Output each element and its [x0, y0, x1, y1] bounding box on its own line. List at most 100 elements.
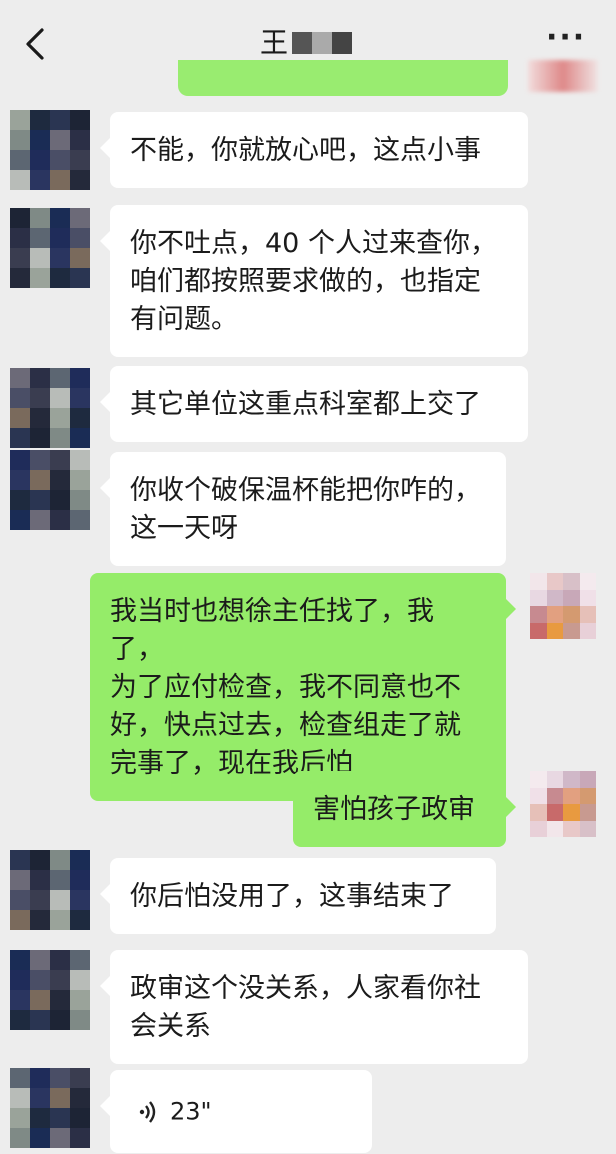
received-message-bubble[interactable]: 政审这个没关系，人家看你社 会关系: [100, 950, 528, 1064]
avatar-pixel: [70, 1128, 90, 1148]
avatar-pixel: [546, 622, 563, 639]
avatar-pixel: [579, 787, 596, 804]
avatar-pixel: [50, 248, 70, 268]
avatar-pixel: [10, 248, 30, 268]
avatar-pixel: [563, 804, 580, 821]
contact-avatar[interactable]: [10, 850, 90, 930]
sent-message-bubble[interactable]: 我当时也想徐主任找了，我了， 为了应付检查，我不同意也不 好，快点过去，检查组走…: [90, 573, 516, 801]
avatar-pixel: [30, 1010, 50, 1030]
avatar-pixel: [10, 970, 30, 990]
self-avatar[interactable]: [530, 573, 596, 639]
avatar-pixel: [30, 510, 50, 530]
voice-duration: 23": [170, 1097, 212, 1126]
contact-avatar[interactable]: [10, 208, 90, 288]
avatar-pixel: [50, 1068, 70, 1088]
chat-title: 王: [260, 26, 353, 60]
avatar-pixel: [50, 1108, 70, 1128]
more-options-button[interactable]: ···: [546, 23, 584, 58]
contact-avatar[interactable]: [10, 1068, 90, 1148]
voice-wave-icon: [139, 1100, 156, 1123]
avatar-pixel: [30, 970, 50, 990]
contact-avatar[interactable]: [10, 450, 90, 530]
avatar-pixel: [70, 1010, 90, 1030]
avatar-pixel: [530, 820, 547, 837]
contact-avatar[interactable]: [10, 950, 90, 1030]
avatar-pixel: [10, 470, 30, 490]
received-message-bubble[interactable]: 你不吐点，40 个人过来查你， 咱们都按照要求做的，也指定 有问题。: [100, 205, 528, 357]
avatar-pixel: [10, 228, 30, 248]
partial-sent-bubble: [178, 60, 508, 96]
avatar-pixel: [30, 208, 50, 228]
avatar-pixel: [530, 804, 547, 821]
self-avatar[interactable]: [530, 771, 596, 837]
received-message-bubble[interactable]: 不能，你就放心吧，这点小事: [100, 112, 528, 188]
avatar-pixel: [30, 990, 50, 1010]
avatar-pixel: [30, 248, 50, 268]
message-text: 你后怕没用了，这事结束了: [130, 881, 454, 912]
message-text: 政审这个没关系，人家看你社 会关系: [130, 973, 481, 1042]
avatar-pixel: [530, 622, 547, 639]
avatar-pixel: [30, 950, 50, 970]
avatar-pixel: [563, 622, 580, 639]
avatar-pixel: [530, 606, 547, 623]
avatar-pixel: [50, 950, 70, 970]
contact-avatar[interactable]: [10, 368, 90, 448]
received-message-bubble[interactable]: 你收个破保温杯能把你咋的， 这一天呀: [100, 452, 506, 566]
back-button[interactable]: [18, 24, 52, 64]
chevron-left-icon: [26, 28, 44, 60]
avatar-pixel: [579, 771, 596, 788]
avatar-pixel: [30, 910, 50, 930]
avatar-pixel: [50, 388, 70, 408]
avatar-pixel: [50, 208, 70, 228]
avatar-pixel: [70, 368, 90, 388]
avatar-pixel: [10, 110, 30, 130]
message-text: 不能，你就放心吧，这点小事: [130, 135, 481, 166]
avatar-pixel: [70, 490, 90, 510]
avatar-pixel: [10, 990, 30, 1010]
voice-message-bubble[interactable]: 23": [100, 1070, 372, 1153]
received-message-bubble[interactable]: 其它单位这重点科室都上交了: [100, 366, 528, 442]
avatar-pixel: [579, 589, 596, 606]
message-text: 我当时也想徐主任找了，我了， 为了应付检查，我不同意也不 好，快点过去，检查组走…: [110, 596, 461, 779]
avatar-pixel: [50, 150, 70, 170]
avatar-pixel: [563, 606, 580, 623]
contact-avatar[interactable]: [10, 110, 90, 190]
avatar-pixel: [563, 820, 580, 837]
avatar-pixel: [10, 850, 30, 870]
received-message-bubble[interactable]: 你后怕没用了，这事结束了: [100, 858, 496, 934]
avatar-pixel: [30, 1108, 50, 1128]
avatar-pixel: [50, 228, 70, 248]
avatar-pixel: [563, 787, 580, 804]
avatar-pixel: [546, 606, 563, 623]
name-mosaic: [292, 32, 353, 54]
avatar-pixel: [70, 450, 90, 470]
avatar-pixel: [546, 771, 563, 788]
avatar-pixel: [563, 771, 580, 788]
avatar-pixel: [546, 820, 563, 837]
avatar-pixel: [30, 470, 50, 490]
avatar-pixel: [50, 890, 70, 910]
avatar-pixel: [50, 268, 70, 288]
message-text: 其它单位这重点科室都上交了: [130, 389, 481, 420]
avatar-pixel: [579, 622, 596, 639]
avatar-pixel: [10, 950, 30, 970]
avatar-pixel: [70, 408, 90, 428]
avatar-pixel: [10, 890, 30, 910]
avatar-pixel: [10, 910, 30, 930]
avatar-pixel: [70, 1108, 90, 1128]
avatar-pixel: [579, 573, 596, 590]
avatar-pixel: [530, 589, 547, 606]
contact-name: 王: [260, 26, 289, 59]
sent-message-bubble[interactable]: 害怕孩子政审: [293, 771, 516, 847]
avatar-pixel: [10, 1010, 30, 1030]
avatar-pixel: [30, 170, 50, 190]
avatar-pixel: [10, 450, 30, 470]
avatar-pixel: [50, 1010, 70, 1030]
message-text: 你不吐点，40 个人过来查你， 咱们都按照要求做的，也指定 有问题。: [130, 228, 497, 335]
avatar-pixel: [70, 130, 90, 150]
avatar-pixel: [10, 490, 30, 510]
avatar-pixel: [50, 470, 70, 490]
avatar-pixel: [30, 890, 50, 910]
avatar-pixel: [10, 408, 30, 428]
avatar-pixel: [70, 170, 90, 190]
